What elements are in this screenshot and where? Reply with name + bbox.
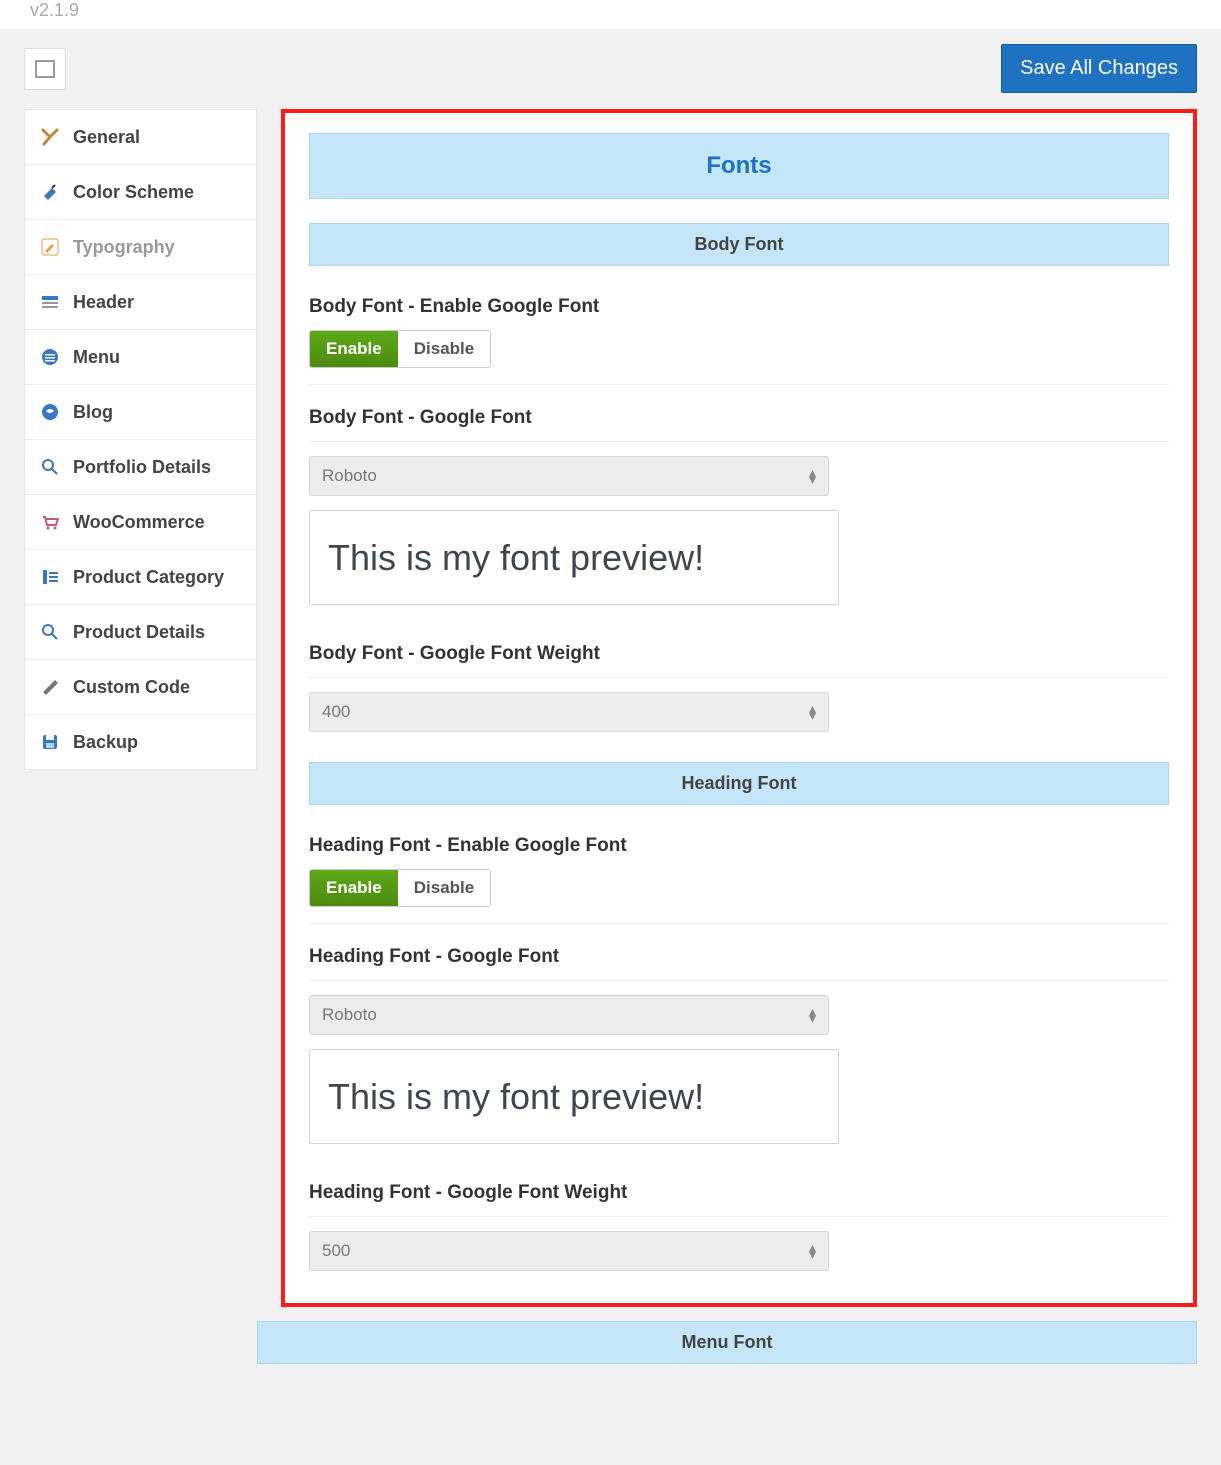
sidebar-item-label: WooCommerce (73, 512, 205, 533)
field-body-font-weight: Body Font - Google Font Weight 400 ▴▾ (309, 635, 1169, 748)
sidebar-item-label: Header (73, 292, 134, 313)
version-bar: v2.1.9 (0, 0, 1221, 30)
sidebar: General Color Scheme Typography Header (24, 109, 257, 770)
paint-icon (39, 181, 61, 203)
version-text: v2.1.9 (30, 0, 79, 20)
field-body-enable-google: Body Font - Enable Google Font Enable Di… (309, 288, 1169, 385)
body-font-select[interactable]: Roboto ▴▾ (309, 456, 829, 496)
panel-toggle-button[interactable] (24, 48, 66, 90)
below-content: Menu Font (257, 1321, 1197, 1364)
toggle-enable-option[interactable]: Enable (310, 870, 398, 906)
field-label: Body Font - Google Font Weight (309, 643, 1169, 665)
chevron-updown-icon: ▴▾ (809, 1244, 816, 1258)
toggle-disable-option[interactable]: Disable (398, 870, 490, 906)
sidebar-item-custom-code[interactable]: Custom Code (25, 660, 256, 715)
field-heading-font-weight: Heading Font - Google Font Weight 500 ▴▾ (309, 1174, 1169, 1277)
sidebar-item-label: Menu (73, 347, 120, 368)
field-label: Heading Font - Enable Google Font (309, 835, 1169, 857)
chevron-updown-icon: ▴▾ (809, 705, 816, 719)
header-icon (39, 291, 61, 313)
sidebar-item-product-category[interactable]: Product Category (25, 550, 256, 605)
subsection-heading-font: Heading Font (309, 762, 1169, 805)
body-font-weight-select[interactable]: 400 ▴▾ (309, 692, 829, 732)
save-all-button[interactable]: Save All Changes (1001, 44, 1197, 93)
sidebar-item-label: Typography (73, 237, 175, 258)
field-label: Body Font - Enable Google Font (309, 296, 1169, 318)
sidebar-item-backup[interactable]: Backup (25, 715, 256, 769)
select-value: Roboto (322, 1005, 377, 1025)
select-value: 400 (322, 702, 350, 722)
field-label: Heading Font - Google Font (309, 946, 1169, 968)
sidebar-item-color-scheme[interactable]: Color Scheme (25, 165, 256, 220)
heading-font-enable-toggle[interactable]: Enable Disable (309, 869, 491, 907)
toggle-disable-option[interactable]: Disable (398, 331, 490, 367)
sidebar-item-header[interactable]: Header (25, 275, 256, 330)
sidebar-item-label: General (73, 127, 140, 148)
list-icon (39, 566, 61, 588)
menu-icon (39, 346, 61, 368)
top-actions-bar: Save All Changes (0, 30, 1221, 109)
sidebar-item-label: Color Scheme (73, 182, 194, 203)
field-heading-google-font: Heading Font - Google Font Roboto ▴▾ Thi… (309, 938, 1169, 1160)
magnifier-icon (39, 456, 61, 478)
select-value: 500 (322, 1241, 350, 1261)
disk-icon (39, 731, 61, 753)
sidebar-item-blog[interactable]: Blog (25, 385, 256, 440)
page-root: v2.1.9 Save All Changes General Color Sc… (0, 0, 1221, 1404)
sidebar-item-label: Blog (73, 402, 113, 423)
main-content: Fonts Body Font Body Font - Enable Googl… (281, 109, 1197, 1307)
body-font-preview: This is my font preview! (309, 510, 839, 605)
sidebar-item-woocommerce[interactable]: WooCommerce (25, 495, 256, 550)
blog-icon (39, 401, 61, 423)
heading-font-select[interactable]: Roboto ▴▾ (309, 995, 829, 1035)
sidebar-item-label: Product Category (73, 567, 224, 588)
magnifier-icon (39, 621, 61, 643)
sidebar-item-label: Portfolio Details (73, 457, 211, 478)
hammer-icon (39, 676, 61, 698)
sidebar-item-label: Backup (73, 732, 138, 753)
main-layout: General Color Scheme Typography Header (0, 109, 1221, 1307)
cart-icon (39, 511, 61, 533)
sidebar-item-menu[interactable]: Menu (25, 330, 256, 385)
field-body-google-font: Body Font - Google Font Roboto ▴▾ This i… (309, 399, 1169, 621)
body-font-enable-toggle[interactable]: Enable Disable (309, 330, 491, 368)
sidebar-item-general[interactable]: General (25, 110, 256, 165)
sidebar-item-label: Custom Code (73, 677, 190, 698)
toggle-enable-option[interactable]: Enable (310, 331, 398, 367)
panel-icon (35, 60, 55, 78)
field-label: Body Font - Google Font (309, 407, 1169, 429)
sidebar-item-typography[interactable]: Typography (25, 220, 256, 275)
chevron-updown-icon: ▴▾ (809, 1008, 816, 1022)
subsection-menu-font: Menu Font (257, 1321, 1197, 1364)
section-title-fonts: Fonts (309, 133, 1169, 199)
field-label: Heading Font - Google Font Weight (309, 1182, 1169, 1204)
sidebar-item-product-details[interactable]: Product Details (25, 605, 256, 660)
heading-font-weight-select[interactable]: 500 ▴▾ (309, 1231, 829, 1271)
select-value: Roboto (322, 466, 377, 486)
subsection-body-font: Body Font (309, 223, 1169, 266)
chevron-updown-icon: ▴▾ (809, 469, 816, 483)
sidebar-item-portfolio-details[interactable]: Portfolio Details (25, 440, 256, 495)
sidebar-item-label: Product Details (73, 622, 205, 643)
heading-font-preview: This is my font preview! (309, 1049, 839, 1144)
tools-icon (39, 126, 61, 148)
field-heading-enable-google: Heading Font - Enable Google Font Enable… (309, 827, 1169, 924)
pencil-icon (39, 236, 61, 258)
